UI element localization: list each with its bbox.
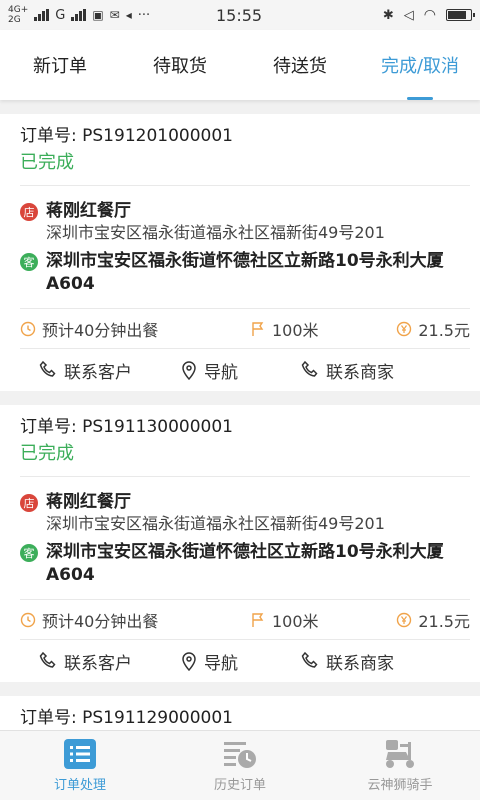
- navigate-label: 导航: [204, 653, 238, 674]
- fee-info: 21.5元: [390, 608, 470, 632]
- bluetooth-icon: ✱: [382, 7, 394, 23]
- yen-icon: [397, 612, 412, 627]
- status-bar: 4G+ 2G G ▣ ✉ ◂ ··· 15:55 ✱ ◁ ◠: [0, 0, 480, 30]
- network-type-2: 2G: [8, 15, 21, 25]
- order-card[interactable]: 订单号: PS191129000001: [0, 696, 480, 730]
- customer-badge-icon: 客: [20, 544, 38, 562]
- tab-awaiting-delivery[interactable]: 待送货: [240, 30, 360, 100]
- eta-text: 预计40分钟出餐: [42, 320, 159, 340]
- distance-info: 100米: [250, 317, 390, 341]
- location-pin-icon: [182, 652, 196, 671]
- order-number: 订单号: PS191201000001: [20, 124, 470, 148]
- phone-icon: [39, 651, 56, 668]
- order-status: 已完成: [20, 443, 74, 464]
- eta-info: 预计40分钟出餐: [20, 608, 250, 632]
- order-number-prefix: 订单号:: [20, 126, 83, 146]
- order-status: 已完成: [20, 152, 74, 173]
- shop-badge-icon: 店: [20, 203, 38, 221]
- carrier-label: G: [55, 7, 66, 23]
- clock: 15:55: [216, 5, 263, 25]
- order-number-value: PS191129000001: [82, 708, 233, 728]
- yen-icon: [397, 321, 412, 336]
- fee-text: 21.5元: [418, 320, 470, 340]
- order-number: 订单号: PS191130000001: [20, 415, 470, 439]
- phone-icon: [301, 360, 318, 377]
- order-number-value: PS191201000001: [82, 126, 233, 146]
- shop-address: 深圳市宝安区福永街道福永社区福新街49号201: [46, 223, 385, 242]
- clock-icon: [20, 321, 36, 336]
- fee-info: 21.5元: [390, 317, 470, 341]
- bottom-navigation: 订单处理 历史订单 云神狮骑手: [0, 730, 480, 800]
- contact-customer-label: 联系客户: [64, 362, 132, 383]
- mute-icon: ◁: [403, 7, 414, 23]
- clock-icon: [20, 612, 36, 627]
- contact-customer-button[interactable]: 联系客户: [0, 358, 180, 383]
- location-pin-icon: [182, 361, 196, 380]
- eta-text: 预计40分钟出餐: [42, 611, 159, 631]
- network-type-1: 4G+: [8, 5, 29, 15]
- flag-icon: [252, 321, 264, 336]
- customer-address: 深圳市宝安区福永街道怀德社区立新路10号永利大厦A604: [46, 542, 444, 585]
- contact-merchant-label: 联系商家: [326, 653, 394, 674]
- history-icon: [224, 742, 256, 768]
- tab-completed-cancelled[interactable]: 完成/取消: [360, 30, 480, 100]
- customer-badge-icon: 客: [20, 253, 38, 271]
- shop-badge-icon: 店: [20, 494, 38, 512]
- distance-text: 100米: [272, 611, 319, 631]
- order-number-prefix: 订单号:: [20, 708, 83, 728]
- navigate-button[interactable]: 导航: [180, 649, 300, 674]
- signal-icon: [34, 9, 50, 21]
- contact-merchant-button[interactable]: 联系商家: [300, 649, 470, 674]
- order-card[interactable]: 订单号: PS191130000001 已完成 店 蒋刚红餐厅 深圳市宝安区福永…: [0, 405, 480, 682]
- shop-name: 蒋刚红餐厅: [46, 492, 131, 512]
- shop-address: 深圳市宝安区福永街道福永社区福新街49号201: [46, 514, 385, 533]
- phone-icon: [301, 651, 318, 668]
- nav-history-orders-label: 历史订单: [213, 778, 266, 793]
- nav-order-processing-label: 订单处理: [53, 778, 106, 793]
- navigate-label: 导航: [204, 362, 238, 383]
- order-card[interactable]: 订单号: PS191201000001 已完成 店 蒋刚红餐厅 深圳市宝安区福永…: [0, 114, 480, 391]
- distance-info: 100米: [250, 608, 390, 632]
- order-number: 订单号: PS191129000001: [20, 706, 470, 730]
- app-notification-icon: ▣: [92, 8, 104, 22]
- distance-text: 100米: [272, 320, 319, 340]
- scooter-icon: [386, 740, 414, 768]
- mail-icon: ✉: [109, 8, 120, 22]
- fee-text: 21.5元: [418, 611, 470, 631]
- flag-icon: [252, 612, 264, 627]
- nav-history-orders[interactable]: 历史订单: [160, 731, 320, 800]
- order-list[interactable]: 订单号: PS191201000001 已完成 店 蒋刚红餐厅 深圳市宝安区福永…: [0, 100, 480, 730]
- contact-merchant-button[interactable]: 联系商家: [300, 358, 470, 383]
- nav-rider-profile[interactable]: 云神狮骑手: [320, 731, 480, 800]
- volume-icon: ◂: [125, 8, 132, 22]
- nav-order-processing[interactable]: 订单处理: [0, 731, 160, 800]
- order-tabs: 新订单 待取货 待送货 完成/取消: [0, 30, 480, 100]
- contact-customer-button[interactable]: 联系客户: [0, 649, 180, 674]
- order-number-value: PS191130000001: [82, 417, 233, 437]
- contact-customer-label: 联系客户: [64, 653, 132, 674]
- customer-address: 深圳市宝安区福永街道怀德社区立新路10号永利大厦A604: [46, 251, 444, 294]
- nav-rider-profile-label: 云神狮骑手: [367, 778, 433, 793]
- order-list-icon: [64, 739, 96, 769]
- order-number-prefix: 订单号:: [20, 417, 83, 437]
- tab-new-orders[interactable]: 新订单: [0, 30, 120, 100]
- network-type: 4G+ 2G: [8, 5, 28, 25]
- shop-name: 蒋刚红餐厅: [46, 201, 131, 221]
- wifi-icon: ◠: [423, 7, 436, 23]
- tab-awaiting-pickup[interactable]: 待取货: [120, 30, 240, 100]
- more-icon: ···: [137, 7, 151, 23]
- battery-icon: [446, 9, 475, 21]
- signal-icon-2: [71, 9, 87, 21]
- eta-info: 预计40分钟出餐: [20, 317, 250, 341]
- navigate-button[interactable]: 导航: [180, 358, 300, 383]
- contact-merchant-label: 联系商家: [326, 362, 394, 383]
- phone-icon: [39, 360, 56, 377]
